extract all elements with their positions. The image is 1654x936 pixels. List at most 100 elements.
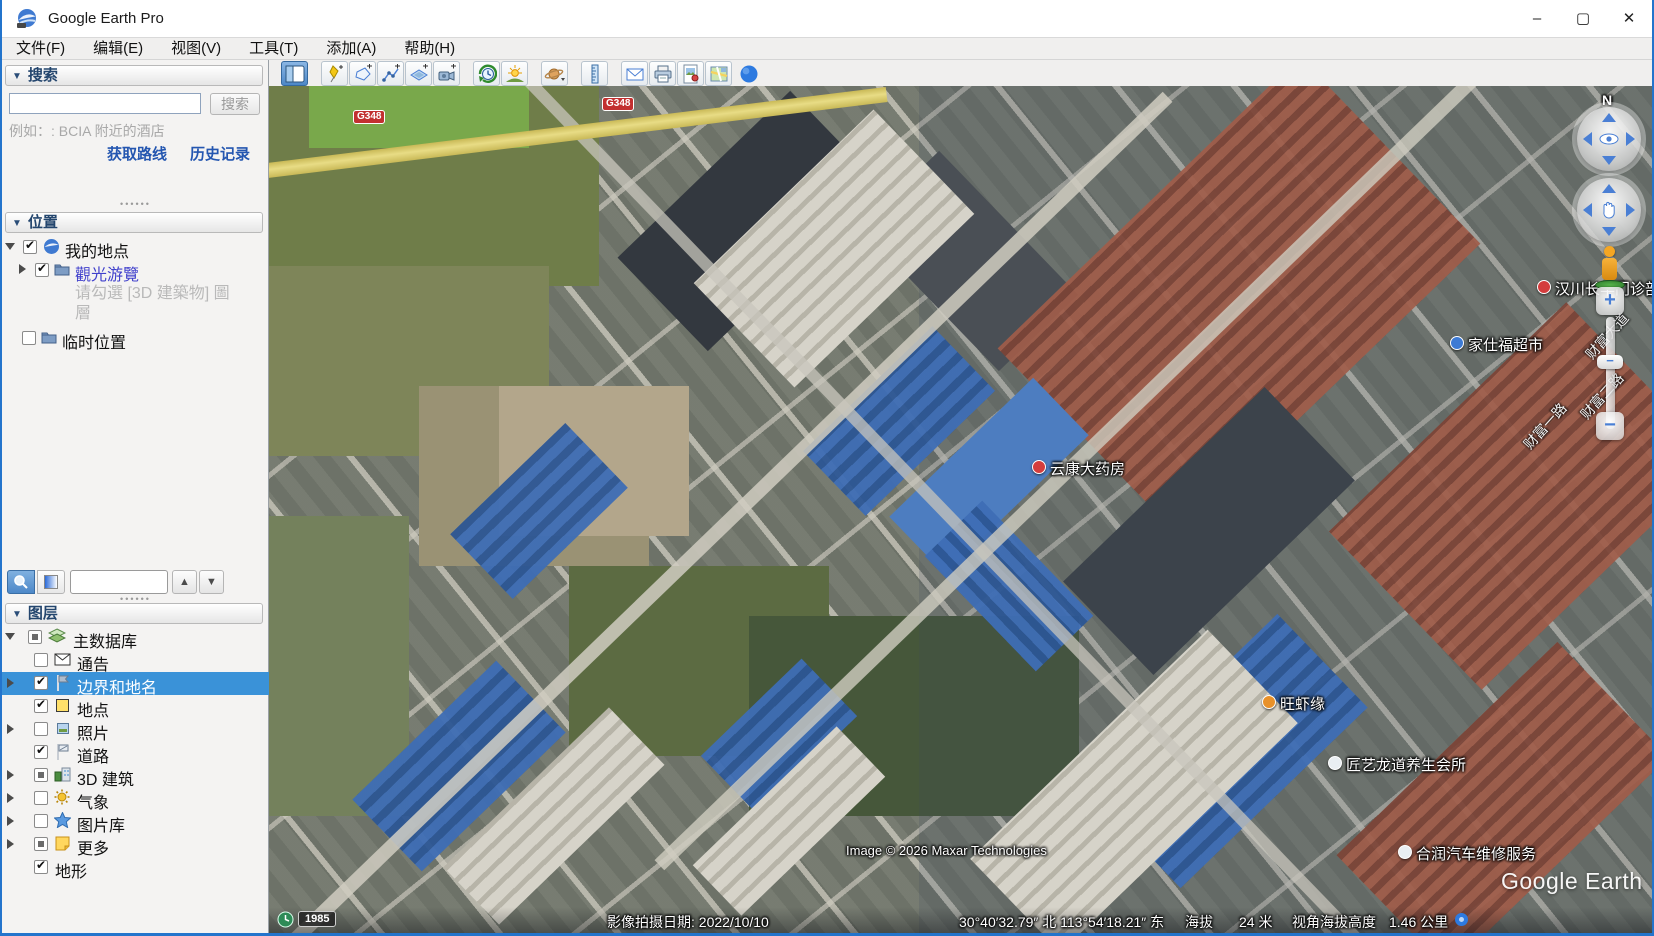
panel-splitter-handle[interactable]: •••••• bbox=[2, 202, 269, 208]
historical-imagery-button[interactable] bbox=[473, 61, 500, 86]
search-button[interactable]: 搜索 bbox=[210, 93, 260, 115]
planets-button[interactable] bbox=[541, 61, 568, 86]
expander-closed-icon[interactable] bbox=[7, 770, 14, 780]
layer-checkbox[interactable] bbox=[34, 653, 48, 667]
save-image-button[interactable] bbox=[677, 61, 704, 86]
map-viewport[interactable]: G348 G348 云康大药房 汉川长丰门诊部 家仕福超市 旺虾缘 匠艺龙道养生… bbox=[269, 86, 1654, 936]
layer-row-borders-labels[interactable]: 边界和地名 bbox=[2, 672, 269, 695]
poi-label[interactable]: 匠艺龙道养生会所 bbox=[1346, 754, 1466, 775]
layer-row-announcements[interactable]: 通告 bbox=[2, 649, 269, 672]
expander-open-icon[interactable] bbox=[5, 243, 15, 250]
tree-item-temporary-places[interactable]: 临时位置 bbox=[2, 328, 269, 350]
expander-closed-icon[interactable] bbox=[7, 839, 14, 849]
expander-closed-icon[interactable] bbox=[7, 724, 14, 734]
tree-item-tour[interactable]: 觀光游覽 bbox=[2, 260, 269, 282]
layer-checkbox[interactable] bbox=[34, 745, 48, 759]
find-previous-button[interactable]: ▲ bbox=[172, 570, 197, 594]
layer-row-gallery[interactable]: 图片库 bbox=[2, 810, 269, 833]
get-directions-link[interactable]: 获取路线 bbox=[107, 143, 167, 164]
expander-closed-icon[interactable] bbox=[7, 678, 14, 688]
expander-open-icon[interactable] bbox=[5, 633, 15, 640]
view-in-google-maps-button[interactable] bbox=[705, 61, 732, 86]
close-button[interactable]: ✕ bbox=[1606, 0, 1652, 38]
look-right-arrow-icon[interactable] bbox=[1626, 132, 1635, 146]
poi-label[interactable]: 合润汽车维修服务 bbox=[1416, 843, 1536, 864]
menu-file[interactable]: 文件(F) bbox=[2, 38, 79, 59]
look-up-arrow-icon[interactable] bbox=[1602, 113, 1616, 122]
history-clock-icon[interactable] bbox=[277, 911, 294, 928]
menu-help[interactable]: 帮助(H) bbox=[390, 38, 469, 59]
menu-tools[interactable]: 工具(T) bbox=[235, 38, 312, 59]
print-button[interactable] bbox=[649, 61, 676, 86]
layer-row-database[interactable]: 主数据库 bbox=[2, 626, 269, 649]
layers-section-header[interactable]: ▼图层 bbox=[5, 603, 263, 624]
layer-row-3d-buildings[interactable]: 3D 建筑 bbox=[2, 764, 269, 787]
layer-row-roads[interactable]: 道路 bbox=[2, 741, 269, 764]
poi-label[interactable]: 云康大药房 bbox=[1050, 458, 1125, 479]
layer-checkbox[interactable] bbox=[34, 791, 48, 805]
minimize-button[interactable]: – bbox=[1514, 0, 1560, 38]
layer-checkbox[interactable] bbox=[34, 676, 48, 690]
move-up-arrow-icon[interactable] bbox=[1602, 184, 1616, 193]
layer-checkbox[interactable] bbox=[28, 630, 42, 644]
poi-marker-restaurant[interactable] bbox=[1262, 695, 1276, 709]
layer-checkbox[interactable] bbox=[34, 699, 48, 713]
layer-row-places[interactable]: 地点 bbox=[2, 695, 269, 718]
move-joystick[interactable] bbox=[1577, 178, 1641, 242]
menu-view[interactable]: 视图(V) bbox=[157, 38, 235, 59]
ruler-button[interactable] bbox=[581, 61, 608, 86]
add-polygon-button[interactable] bbox=[349, 61, 376, 86]
look-left-arrow-icon[interactable] bbox=[1583, 132, 1592, 146]
email-button[interactable] bbox=[621, 61, 648, 86]
layer-row-terrain[interactable]: 地形 bbox=[2, 856, 269, 879]
poi-label[interactable]: 家仕福超市 bbox=[1468, 334, 1543, 355]
search-input[interactable] bbox=[9, 93, 201, 114]
move-down-arrow-icon[interactable] bbox=[1602, 227, 1616, 236]
layer-row-weather[interactable]: 气象 bbox=[2, 787, 269, 810]
search-section-header[interactable]: ▼搜索 bbox=[5, 65, 263, 86]
zoom-out-button[interactable]: − bbox=[1596, 412, 1624, 440]
layers-browse-mode-button[interactable] bbox=[37, 570, 65, 594]
poi-marker-spa[interactable] bbox=[1328, 756, 1342, 770]
poi-marker-auto-repair[interactable] bbox=[1398, 845, 1412, 859]
look-joystick[interactable] bbox=[1577, 107, 1641, 171]
poi-marker-supermarket[interactable] bbox=[1450, 336, 1464, 350]
layer-row-photos[interactable]: 照片 bbox=[2, 718, 269, 741]
tour-checkbox[interactable] bbox=[35, 263, 49, 277]
menu-edit[interactable]: 编辑(E) bbox=[79, 38, 157, 59]
maximize-button[interactable]: ▢ bbox=[1560, 0, 1606, 38]
move-right-arrow-icon[interactable] bbox=[1626, 203, 1635, 217]
add-image-overlay-button[interactable] bbox=[405, 61, 432, 86]
add-path-button[interactable] bbox=[377, 61, 404, 86]
layer-checkbox[interactable] bbox=[34, 837, 48, 851]
layer-checkbox[interactable] bbox=[34, 814, 48, 828]
expander-closed-icon[interactable] bbox=[7, 816, 14, 826]
find-next-button[interactable]: ▼ bbox=[199, 570, 224, 594]
layer-row-more[interactable]: 更多 bbox=[2, 833, 269, 856]
menu-add[interactable]: 添加(A) bbox=[312, 38, 390, 59]
search-history-link[interactable]: 历史记录 bbox=[190, 143, 250, 164]
layers-filter-input[interactable] bbox=[70, 570, 168, 594]
temporary-places-checkbox[interactable] bbox=[22, 331, 36, 345]
layer-checkbox[interactable] bbox=[34, 768, 48, 782]
earth-globe-icon[interactable] bbox=[739, 64, 759, 84]
places-section-header[interactable]: ▼位置 bbox=[5, 212, 263, 233]
zoom-in-button[interactable]: + bbox=[1596, 287, 1624, 315]
poi-label[interactable]: 旺虾缘 bbox=[1280, 693, 1325, 714]
sidebar-toggle-button[interactable] bbox=[281, 61, 308, 86]
move-left-arrow-icon[interactable] bbox=[1583, 203, 1592, 217]
sunlight-button[interactable] bbox=[501, 61, 528, 86]
poi-marker-pharmacy[interactable] bbox=[1032, 460, 1046, 474]
look-down-arrow-icon[interactable] bbox=[1602, 156, 1616, 165]
record-tour-button[interactable] bbox=[433, 61, 460, 86]
layers-search-mode-button[interactable] bbox=[7, 570, 35, 594]
expander-closed-icon[interactable] bbox=[19, 264, 26, 274]
add-placemark-button[interactable] bbox=[321, 61, 348, 86]
layer-checkbox[interactable] bbox=[34, 722, 48, 736]
my-places-checkbox[interactable] bbox=[23, 240, 37, 254]
zoom-slider-handle[interactable]: − bbox=[1597, 355, 1623, 369]
poi-marker-clinic[interactable] bbox=[1537, 280, 1551, 294]
imagery-year-badge[interactable]: 1985 bbox=[298, 911, 336, 927]
tree-item-my-places[interactable]: 我的地点 bbox=[2, 237, 269, 259]
layer-checkbox[interactable] bbox=[34, 860, 48, 874]
